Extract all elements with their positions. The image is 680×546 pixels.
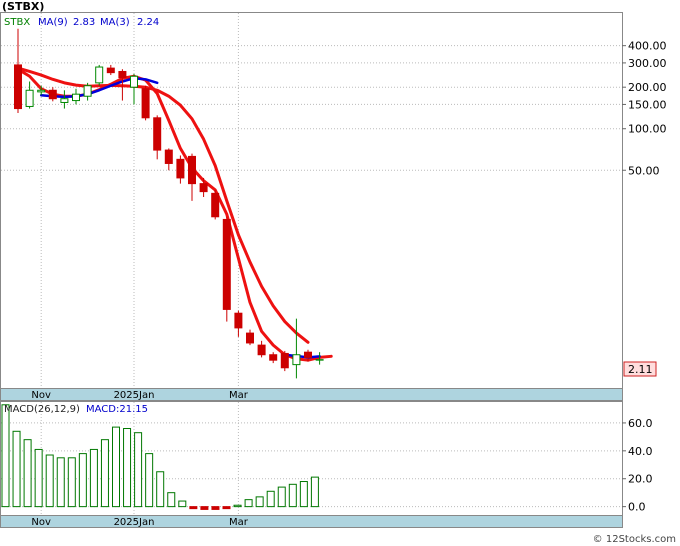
- candle-body: [37, 89, 46, 93]
- candle-body: [130, 75, 138, 88]
- price-panel: [0, 12, 623, 389]
- macd-bar: [266, 490, 275, 508]
- macd-bar: [12, 430, 21, 508]
- candle-body: [60, 98, 69, 103]
- legend-ma3-value: 2.24: [137, 17, 159, 28]
- macd-bar: [310, 476, 319, 508]
- macd-bar: [288, 483, 297, 508]
- macd-x-tick-label: 2025Jan: [114, 517, 155, 528]
- macd-y-tick-label: 60.0: [628, 417, 653, 430]
- candle-body: [234, 312, 243, 329]
- macd-bar: [89, 448, 98, 508]
- price-y-tick-label: 50.00: [628, 164, 660, 177]
- candle-body: [280, 352, 289, 369]
- candle-body: [292, 354, 301, 366]
- macd-bar: [123, 428, 132, 508]
- macd-x-axis-band: [0, 515, 623, 528]
- candle-body: [269, 354, 278, 361]
- macd-y-tick-label: 40.0: [628, 445, 653, 458]
- price-y-tick-label: 200.00: [628, 81, 667, 94]
- macd-bar: [1, 404, 10, 508]
- macd-bar: [277, 486, 286, 508]
- candle-body: [72, 93, 80, 102]
- price-y-axis: 400.00 300.00 200.00 150.00 100.00 50.00: [622, 40, 667, 177]
- candle-body: [118, 70, 127, 79]
- macd-bar: [200, 506, 209, 510]
- macd-y-tick-label: 0.0: [628, 501, 646, 514]
- candle-body: [83, 85, 92, 97]
- macd-bar: [233, 504, 242, 508]
- candle: [280, 350, 289, 372]
- macd-legend-value: MACD:21.15: [86, 404, 148, 415]
- stock-chart: 400.00 300.00 200.00 150.00 100.00 50.00 2.11…: [0, 0, 676, 545]
- macd-bar: [45, 454, 54, 508]
- price-x-tick-label: Nov: [31, 390, 51, 401]
- candle: [141, 85, 150, 121]
- candle-body: [257, 344, 266, 356]
- price-x-axis-band: [0, 388, 623, 401]
- price-y-tick-label: 150.00: [628, 98, 667, 111]
- macd-bar: [255, 496, 264, 508]
- macd-bar: [178, 500, 187, 508]
- current-price-label: 2.11: [628, 363, 653, 376]
- candle: [222, 216, 231, 322]
- macd-bar: [244, 499, 253, 508]
- macd-bar: [34, 448, 43, 508]
- macd-bar: [167, 492, 176, 508]
- macd-bar: [222, 506, 231, 510]
- price-y-tick-label: 100.00: [628, 123, 667, 136]
- macd-x-tick-label: Nov: [31, 517, 51, 528]
- candle-body: [246, 332, 254, 344]
- candle-body: [106, 67, 115, 74]
- candle-body: [199, 183, 208, 193]
- macd-x-tick-label: Mar: [229, 517, 249, 528]
- candle-body: [14, 64, 22, 110]
- legend-ma9-value: 2.83: [73, 17, 95, 28]
- price-y-tick-label: 400.00: [628, 40, 667, 53]
- macd-bar: [78, 453, 87, 508]
- candle-body: [211, 192, 220, 218]
- legend-ma9-label: MA(9): [38, 17, 68, 28]
- candle-body: [153, 117, 162, 151]
- macd-y-axis: 60.0 40.0 20.0 0.0: [622, 417, 653, 514]
- macd-bar: [189, 506, 198, 510]
- macd-bar: [145, 453, 154, 508]
- footer-copyright: © 12Stocks.com: [593, 534, 676, 545]
- macd-bar: [211, 506, 220, 510]
- legend-ticker: STBX: [4, 17, 30, 28]
- chart-title: (STBX): [2, 0, 44, 13]
- candle: [211, 189, 220, 220]
- price-x-tick-label: 2025Jan: [114, 390, 155, 401]
- candle-body: [164, 149, 173, 164]
- macd-bar: [299, 481, 308, 508]
- candle-body: [188, 155, 196, 185]
- candle-body: [48, 89, 57, 100]
- candle-body: [222, 218, 231, 310]
- macd-bar: [100, 439, 109, 508]
- candle-body: [95, 66, 104, 84]
- macd-bar: [23, 439, 32, 508]
- macd-bar: [56, 457, 65, 508]
- candle-body: [304, 351, 312, 358]
- macd-y-tick-label: 20.0: [628, 473, 653, 486]
- legend-ma3-label: MA(3): [100, 17, 130, 28]
- price-x-tick-label: Mar: [229, 390, 249, 401]
- candle-body: [25, 89, 34, 107]
- price-y-tick-label: 300.00: [628, 57, 667, 70]
- macd-legend-label: MACD(26,12,9): [4, 404, 80, 415]
- candle: [95, 64, 104, 86]
- macd-bar: [67, 457, 76, 508]
- candle-body: [141, 88, 150, 119]
- candle-body: [176, 158, 185, 179]
- macd-bar: [156, 471, 165, 508]
- macd-bar: [112, 426, 120, 508]
- macd-bar: [134, 432, 143, 508]
